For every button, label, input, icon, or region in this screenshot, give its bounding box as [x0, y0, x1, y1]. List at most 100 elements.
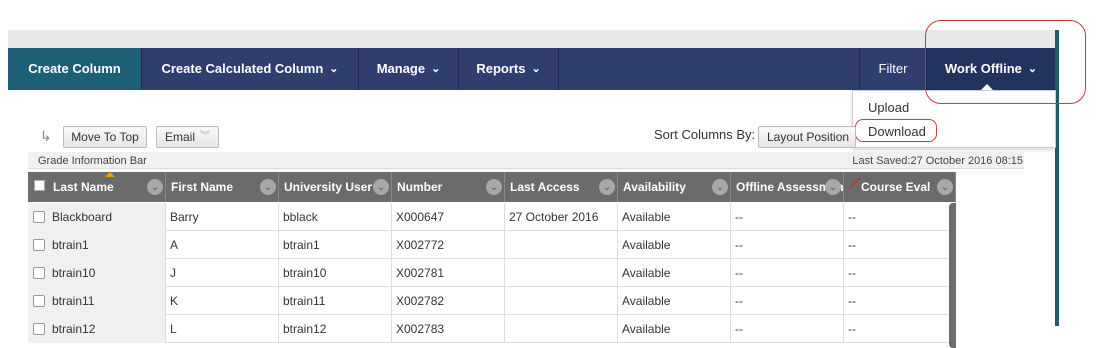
column-menu-icon[interactable]: ⌄ — [937, 179, 953, 195]
row-select-cell — [28, 259, 48, 287]
row-checkbox[interactable] — [33, 239, 45, 251]
cell-number[interactable]: X000647 — [392, 203, 505, 231]
column-menu-icon[interactable]: ⌄ — [147, 179, 163, 195]
table-row: btrain1 A btrain1 X002772 Available -- -… — [28, 231, 956, 259]
column-header-offline-assessment[interactable]: Offline Assessment ⌄ — [731, 172, 844, 202]
row-checkbox[interactable] — [33, 211, 45, 223]
cell-course-eval[interactable]: -- — [844, 315, 956, 343]
cell-number[interactable]: X002782 — [392, 287, 505, 315]
cell-offline-assessment[interactable]: -- — [731, 231, 844, 259]
cell-last-access[interactable] — [505, 259, 618, 287]
cell-university-user[interactable]: btrain11 — [279, 287, 392, 315]
double-chevron-down-icon: ︾ — [200, 131, 210, 142]
table-row: btrain10 J btrain10 X002781 Available --… — [28, 259, 956, 287]
table-row: btrain11 K btrain11 X002782 Available --… — [28, 287, 956, 315]
column-header-first-name[interactable]: First Name ⌄ — [166, 172, 279, 202]
cell-last-name[interactable]: Blackboard — [48, 203, 166, 231]
cell-offline-assessment[interactable]: -- — [731, 315, 844, 343]
row-select-cell — [28, 203, 48, 231]
cell-availability[interactable]: Available — [618, 315, 731, 343]
cell-offline-assessment[interactable]: -- — [731, 287, 844, 315]
select-all-checkbox[interactable] — [34, 180, 45, 191]
row-select-cell — [28, 231, 48, 259]
email-button[interactable]: Email ︾ — [156, 126, 219, 148]
filter-button[interactable]: Filter — [859, 48, 927, 90]
cell-first-name[interactable]: A — [166, 231, 279, 259]
cell-last-access[interactable] — [505, 287, 618, 315]
cell-first-name[interactable]: Barry — [166, 203, 279, 231]
filter-label: Filter — [878, 61, 908, 76]
column-menu-icon[interactable]: ⌄ — [373, 179, 389, 195]
grid-header: Last Name ⌄ First Name ⌄ University User ⌄ … — [28, 172, 956, 202]
cell-first-name[interactable]: J — [166, 259, 279, 287]
column-menu-icon[interactable]: ⌄ — [712, 179, 728, 195]
cell-university-user[interactable]: btrain10 — [279, 259, 392, 287]
column-menu-icon[interactable]: ⌄ — [260, 179, 276, 195]
cell-availability[interactable]: Available — [618, 203, 731, 231]
cell-last-name[interactable]: btrain1 — [48, 231, 166, 259]
cell-availability[interactable]: Available — [618, 231, 731, 259]
cell-course-eval[interactable]: -- — [844, 287, 956, 315]
column-header-number[interactable]: Number ⌄ — [392, 172, 505, 202]
chevron-down-icon: ⌄ — [431, 63, 441, 75]
create-column-button[interactable]: Create Column — [8, 48, 142, 90]
cell-course-eval[interactable]: -- — [844, 259, 956, 287]
row-checkbox[interactable] — [33, 267, 45, 279]
cell-number[interactable]: X002772 — [392, 231, 505, 259]
cell-course-eval[interactable]: -- — [844, 203, 956, 231]
row-checkbox[interactable] — [33, 323, 45, 335]
work-offline-highlight-circle — [925, 20, 1086, 104]
column-header-label: University User — [284, 180, 373, 194]
cell-last-access[interactable]: 27 October 2016 — [505, 203, 618, 231]
cell-availability[interactable]: Available — [618, 287, 731, 315]
column-header-availability[interactable]: Availability ⌄ — [618, 172, 731, 202]
cell-number[interactable]: X002783 — [392, 315, 505, 343]
column-header-last-access[interactable]: Last Access ⌄ — [505, 172, 618, 202]
cell-university-user[interactable]: btrain12 — [279, 315, 392, 343]
email-label: Email — [165, 130, 196, 144]
cell-availability[interactable]: Available — [618, 259, 731, 287]
reports-label: Reports — [476, 61, 526, 76]
cell-last-access[interactable] — [505, 231, 618, 259]
cell-last-name[interactable]: btrain12 — [48, 315, 166, 343]
upload-menu-item[interactable]: Upload — [868, 100, 909, 115]
cell-university-user[interactable]: btrain1 — [279, 231, 392, 259]
column-menu-icon[interactable]: ⌄ — [599, 179, 615, 195]
manage-label: Manage — [376, 61, 426, 76]
create-column-label: Create Column — [28, 61, 121, 76]
cell-last-access[interactable] — [505, 315, 618, 343]
column-header-last-name[interactable]: Last Name ⌄ — [48, 172, 166, 202]
cell-first-name[interactable]: L — [166, 315, 279, 343]
grid-scrollbar[interactable] — [949, 203, 956, 348]
last-saved-text: Last Saved:27 October 2016 08:15 — [852, 155, 1023, 167]
grade-center-view: Create Column Create Calculated Column ⌄ … — [0, 0, 1119, 348]
column-header-university-user[interactable]: University User ⌄ — [279, 172, 392, 202]
table-row: Blackboard Barry bblack X000647 27 Octob… — [28, 203, 956, 231]
cell-number[interactable]: X002781 — [392, 259, 505, 287]
cell-offline-assessment[interactable]: -- — [731, 203, 844, 231]
row-checkbox[interactable] — [33, 295, 45, 307]
column-menu-icon[interactable]: ⌄ — [486, 179, 502, 195]
chevron-down-icon: ⌄ — [329, 63, 339, 75]
sort-columns-select[interactable]: Layout Position — [758, 126, 856, 148]
column-header-label: Number — [397, 180, 443, 194]
cell-course-eval[interactable]: -- — [844, 231, 956, 259]
cell-first-name[interactable]: K — [166, 287, 279, 315]
column-header-label: Last Access — [510, 180, 580, 194]
manage-menu-button[interactable]: Manage ⌄ — [359, 48, 459, 90]
create-calculated-column-button[interactable]: Create Calculated Column ⌄ — [142, 48, 359, 90]
row-select-cell — [28, 287, 48, 315]
cell-university-user[interactable]: bblack — [279, 203, 392, 231]
column-header-course-eval[interactable]: Course Eval ⌄ — [844, 172, 956, 202]
row-select-cell — [28, 315, 48, 343]
cell-last-name[interactable]: btrain11 — [48, 287, 166, 315]
cell-last-name[interactable]: btrain10 — [48, 259, 166, 287]
grade-information-label: Grade Information Bar — [38, 155, 147, 167]
move-to-top-button[interactable]: Move To Top — [63, 126, 147, 148]
reports-menu-button[interactable]: Reports ⌄ — [459, 48, 559, 90]
cell-offline-assessment[interactable]: -- — [731, 259, 844, 287]
column-header-label: First Name — [171, 180, 234, 194]
download-highlight-circle — [855, 119, 937, 142]
column-menu-icon[interactable]: ⌄ — [825, 179, 841, 195]
column-header-label: Last Name — [53, 180, 114, 194]
